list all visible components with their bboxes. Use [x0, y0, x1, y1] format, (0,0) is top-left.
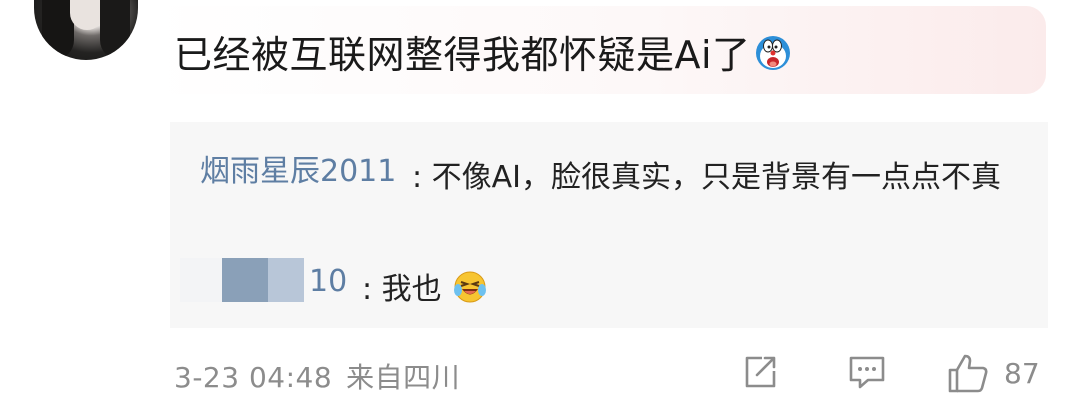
reply-line-1: : 不像AI，脸很真实，只是背景有一点点不真 [200, 150, 1020, 206]
location: 来自四川 [346, 361, 461, 394]
timestamp: 3-23 04:48 [174, 361, 333, 394]
reply-text-1: 不像AI，脸很真实，只是背景有一点点不真 [431, 160, 1002, 195]
laughing-tears-emoji-icon [453, 270, 487, 312]
like-button[interactable]: 87 [946, 352, 1040, 394]
avatar[interactable] [34, 0, 138, 60]
share-button[interactable] [740, 352, 780, 392]
reply-username-2[interactable]: 10 [309, 264, 347, 299]
comment-meta: 3-23 04:48 来自四川 [174, 356, 460, 396]
reply-icon [849, 356, 885, 389]
reply-separator: : [362, 272, 373, 307]
reply-separator: : [412, 160, 423, 195]
like-icon [948, 354, 988, 393]
share-icon [745, 356, 776, 388]
comment-text: 已经被互联网整得我都怀疑是Ai了 [174, 24, 793, 82]
reply-button[interactable] [846, 352, 888, 392]
comment-page: 已经被互联网整得我都怀疑是Ai了 烟雨星辰2011 : 不像AI，脸很真实，只是… [0, 0, 1080, 406]
doraemon-emoji-icon [753, 33, 793, 82]
censor-block [268, 258, 304, 302]
censor-block [222, 258, 268, 302]
comment-body: 已经被互联网整得我都怀疑是Ai了 [174, 33, 751, 77]
reply-text-2: 我也 [381, 272, 442, 307]
reply-line-2: : 我也 [362, 264, 487, 312]
like-count: 87 [1004, 356, 1040, 390]
censor-block [180, 258, 222, 302]
